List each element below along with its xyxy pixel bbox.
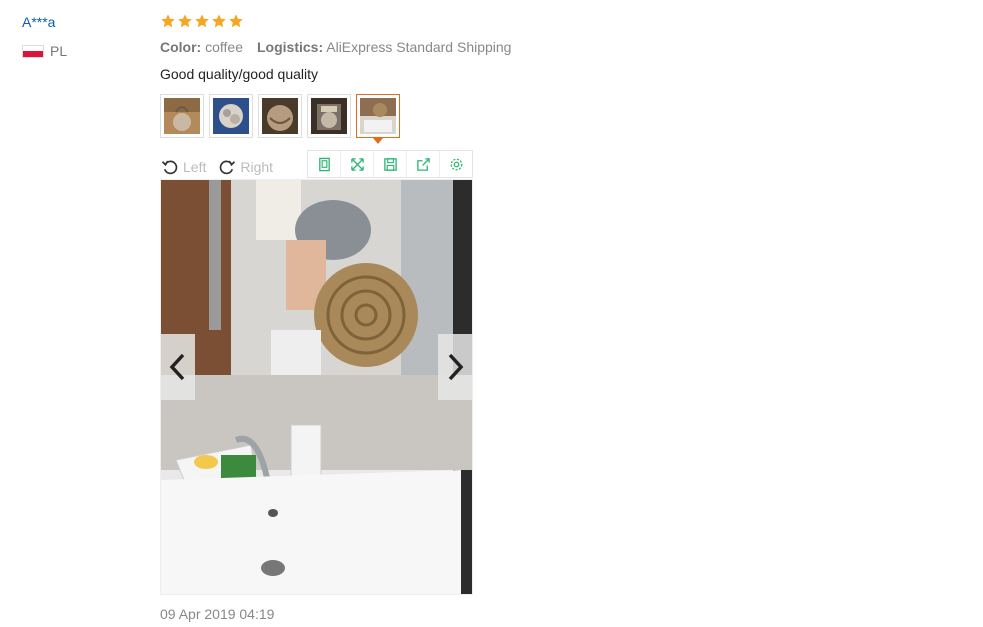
attribute-color: Color: coffee	[160, 39, 243, 55]
settings-button[interactable]	[440, 151, 472, 177]
attribute-value: coffee	[205, 39, 243, 55]
rotate-left-button[interactable]: Left	[161, 158, 206, 176]
thumbnail-image	[311, 98, 347, 134]
star-icon	[178, 14, 192, 28]
next-photo-button[interactable]	[438, 334, 472, 400]
review-date: 09 Apr 2019 04:19	[160, 606, 275, 622]
photo-thumbnail-active[interactable]	[356, 94, 400, 144]
thumbnail-image	[360, 98, 396, 134]
review-attributes: Color: coffee Logistics: AliExpress Stan…	[160, 39, 511, 55]
photo-thumbnail[interactable]	[307, 94, 351, 138]
reviewer-country: PL	[22, 43, 67, 59]
fullscreen-button[interactable]	[341, 151, 374, 177]
thumbnail-image	[262, 98, 298, 134]
photo-thumbnail[interactable]	[209, 94, 253, 138]
photo-viewer	[160, 179, 473, 595]
thumbnail-image	[164, 98, 200, 134]
attribute-value: AliExpress Standard Shipping	[326, 39, 512, 55]
image-toolbar	[307, 150, 473, 178]
star-icon	[195, 14, 209, 28]
original-size-button[interactable]	[308, 151, 341, 177]
rotate-controls: Left Right	[161, 156, 307, 178]
previous-photo-button[interactable]	[161, 334, 195, 400]
thumbnail-image	[213, 98, 249, 134]
chevron-left-icon	[169, 353, 185, 381]
save-icon	[383, 157, 397, 171]
rotate-right-icon	[220, 160, 236, 175]
attribute-logistics: Logistics: AliExpress Standard Shipping	[257, 39, 511, 55]
original-size-icon	[318, 157, 330, 171]
country-code: PL	[50, 43, 68, 59]
share-icon	[416, 157, 430, 171]
chevron-right-icon	[448, 353, 464, 381]
save-button[interactable]	[374, 151, 407, 177]
star-icon	[161, 14, 175, 28]
rotate-right-button[interactable]: Right	[218, 158, 273, 176]
fullscreen-icon	[350, 157, 364, 171]
rotate-right-label: Right	[240, 159, 274, 175]
rotate-left-label: Left	[183, 159, 207, 175]
attribute-key: Logistics:	[257, 39, 324, 55]
settings-icon	[450, 158, 462, 170]
poland-flag-icon	[22, 44, 44, 58]
photo-thumbnail[interactable]	[160, 94, 204, 138]
rotate-left-icon	[161, 160, 178, 175]
star-rating	[160, 13, 244, 29]
photo-thumbnails	[160, 94, 400, 144]
star-icon	[212, 14, 226, 28]
reviewer-name[interactable]: A***a	[22, 14, 55, 30]
star-icon	[229, 14, 243, 28]
attribute-key: Color:	[160, 39, 202, 55]
photo-thumbnail[interactable]	[258, 94, 302, 138]
review-photo	[161, 180, 472, 594]
share-button[interactable]	[407, 151, 440, 177]
review-text: Good quality/good quality	[160, 66, 318, 82]
